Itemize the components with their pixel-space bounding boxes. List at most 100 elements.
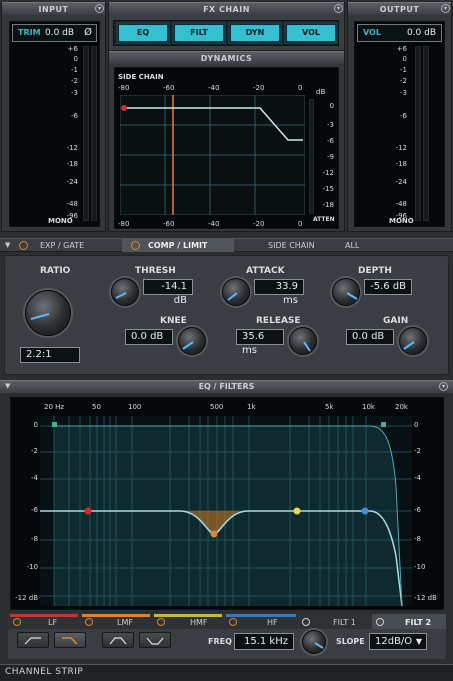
fx-vol-button[interactable]: VOL (286, 24, 336, 42)
slope-select[interactable]: 12dB/O ▼ (369, 633, 427, 650)
collapse-icon[interactable]: ▼ (5, 241, 10, 249)
hmf-color-bar (154, 614, 222, 617)
release-label: RELEASE (256, 316, 301, 326)
eq-title: EQ / FILTERS (198, 382, 255, 391)
lmf-power-icon[interactable] (85, 618, 93, 626)
eq-graph[interactable] (40, 416, 412, 606)
trim-field[interactable]: TRIM 0.0 dB Ø (12, 24, 97, 42)
bp-shape-button[interactable] (102, 632, 134, 648)
vol-label: VOL (363, 28, 381, 37)
eq-freq-tick: 20k (395, 403, 408, 411)
band-lf[interactable]: LF (48, 617, 57, 628)
hf-power-icon[interactable] (229, 618, 237, 626)
eq-left-tick: -4 (31, 474, 38, 482)
filt1-handle[interactable] (52, 422, 57, 427)
fx-dyn-button[interactable]: DYN (230, 24, 280, 42)
knee-field[interactable]: 0.0 dB (125, 329, 173, 345)
thresh-knob[interactable] (111, 278, 139, 306)
band-hf[interactable]: HF (267, 617, 278, 628)
eq-menu-icon[interactable]: ▾ (439, 382, 448, 391)
vol-field[interactable]: VOL 0.0 dB (357, 24, 442, 42)
attack-knob[interactable] (222, 278, 250, 306)
tab-comp-limit[interactable]: COMP / LIMIT (148, 241, 207, 250)
eq-left-tick: -12 dB (15, 594, 38, 602)
band-filt1[interactable]: FILT 1 (333, 617, 356, 628)
input-scale-tick: -48 (66, 200, 78, 208)
ratio-knob[interactable] (25, 290, 71, 336)
output-menu-icon[interactable]: ▾ (441, 4, 450, 13)
output-scale-tick: -6 (400, 112, 407, 120)
depth-knob[interactable] (332, 278, 360, 306)
eq-left-tick: 0 (33, 421, 38, 429)
tab-all[interactable]: ALL (345, 241, 359, 250)
filt2-power-icon[interactable] (376, 618, 384, 626)
release-knob[interactable] (289, 327, 317, 355)
thresh-field[interactable]: -14.1 dB (143, 279, 193, 306)
input-menu-icon[interactable]: ▾ (95, 4, 104, 13)
trim-value: 0.0 dB (45, 28, 75, 38)
hf-node[interactable] (361, 507, 369, 515)
lp-shape-button[interactable] (54, 632, 86, 648)
dyn-top-tick: 0 (298, 84, 303, 92)
tab-side-chain[interactable]: SIDE CHAIN (268, 241, 315, 250)
slope-label: SLOPE (336, 637, 365, 646)
ratio-field[interactable]: 2.2:1 (20, 347, 80, 363)
freq-label: FREQ (208, 637, 232, 646)
eq-freq-tick: 20 Hz (44, 403, 65, 411)
output-scale-tick: -3 (400, 89, 407, 97)
exp-gate-power-icon[interactable] (19, 241, 28, 250)
freq-field[interactable]: 15.1 kHz (234, 633, 294, 650)
output-title: OUTPUT (348, 2, 451, 15)
hmf-power-icon[interactable] (157, 618, 165, 626)
knee-knob[interactable] (178, 327, 206, 355)
input-scale-tick: 0 (73, 55, 78, 63)
filt2-handle[interactable] (381, 422, 386, 427)
band-lmf[interactable]: LMF (117, 617, 133, 628)
footer-title: CHANNEL STRIP (5, 667, 84, 677)
hp-shape-button[interactable] (17, 632, 49, 648)
dyn-top-tick: -80 (118, 84, 130, 92)
eq-right-tick: -2 (414, 447, 421, 455)
eq-left-tick: -6 (31, 506, 38, 514)
input-scale-tick: -24 (66, 178, 78, 186)
ratio-label: RATIO (40, 266, 71, 276)
trim-label: TRIM (18, 28, 41, 37)
fx-eq-button[interactable]: EQ (118, 24, 168, 42)
lf-power-icon[interactable] (13, 618, 21, 626)
lmf-node[interactable] (210, 530, 218, 538)
eq-freq-tick: 10k (362, 403, 375, 411)
filt1-power-icon[interactable] (302, 618, 310, 626)
attack-field[interactable]: 33.9 ms (254, 279, 304, 306)
gain-field[interactable]: 0.0 dB (346, 329, 394, 345)
band-hmf[interactable]: HMF (190, 617, 208, 628)
input-scale-tick: -12 (66, 144, 78, 152)
eq-right-tick: -6 (414, 506, 421, 514)
release-field[interactable]: 35.6 ms (236, 329, 284, 356)
eq-left-tick: -8 (31, 535, 38, 543)
fx-filt-button[interactable]: FILT (174, 24, 224, 42)
thresh-label: THRESH (135, 266, 176, 276)
lmf-color-bar (82, 614, 150, 617)
gain-knob[interactable] (399, 327, 427, 355)
output-scale-tick: -24 (395, 178, 407, 186)
fxchain-menu-icon[interactable]: ▾ (334, 4, 343, 13)
eq-freq-tick: 5k (325, 403, 334, 411)
knee-label: KNEE (160, 316, 187, 326)
comp-limit-power-icon[interactable] (131, 241, 140, 250)
transfer-graph[interactable] (120, 95, 305, 215)
eq-freq-tick: 50 (92, 403, 101, 411)
band-filt2[interactable]: FILT 2 (405, 617, 431, 628)
input-title: INPUT (2, 2, 105, 15)
gain-label: GAIN (383, 316, 409, 326)
depth-field[interactable]: -5.6 dB (364, 279, 412, 295)
phase-icon[interactable]: Ø (84, 25, 92, 41)
freq-knob[interactable] (302, 630, 326, 654)
dyn-top-tick: -20 (253, 84, 265, 92)
lf-node[interactable] (84, 507, 92, 515)
notch-shape-button[interactable] (139, 632, 171, 648)
tab-exp-gate[interactable]: EXP / GATE (40, 241, 84, 250)
output-scale-tick: -18 (395, 160, 407, 168)
fxchain-title: FX CHAIN (109, 2, 344, 15)
hmf-node[interactable] (293, 507, 301, 515)
dyn-bottom-tick: -40 (208, 220, 220, 228)
